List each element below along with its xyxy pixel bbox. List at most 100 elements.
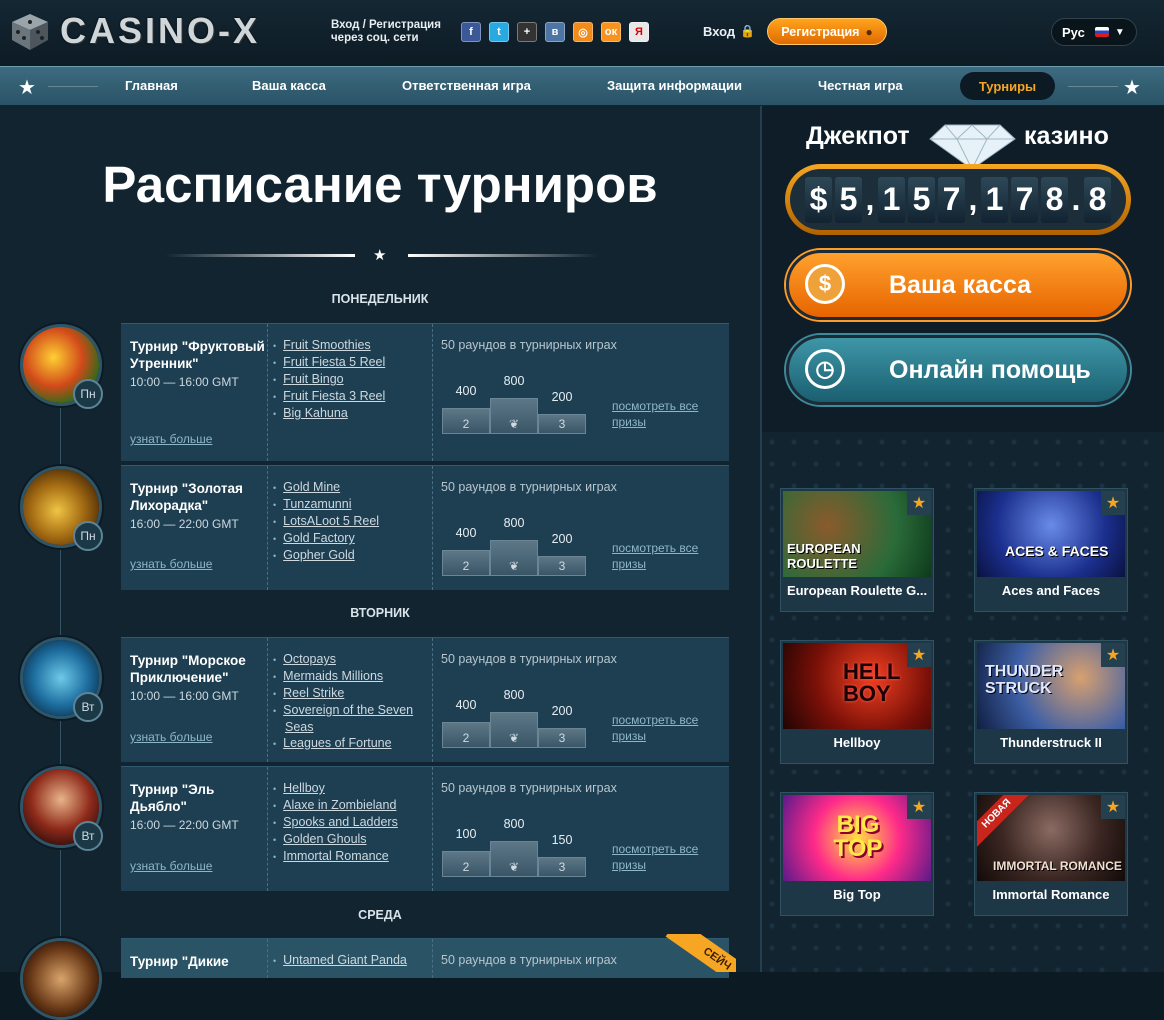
language-select[interactable]: Рус ▼	[1051, 18, 1137, 46]
favorite-star-icon[interactable]: ★	[907, 643, 931, 667]
tournament-time: 16:00 — 22:00 GMT	[130, 517, 239, 531]
game-link[interactable]: Alaxe in Zombieland	[283, 797, 432, 814]
nav-item-home[interactable]: Главная	[125, 78, 178, 93]
main-nav: ★ Главная Ваша касса Ответственная игра …	[0, 66, 1164, 106]
game-link[interactable]: Fruit Fiesta 5 Reel	[283, 354, 432, 371]
game-link[interactable]: Spooks and Ladders	[283, 814, 432, 831]
prize-podium: 400 800 200 2 ❦ 3	[442, 516, 610, 576]
game-link[interactable]: Tunzamunni	[283, 496, 432, 513]
twitter-icon[interactable]: t	[489, 22, 509, 42]
game-link[interactable]: Sovereign of the Seven Seas	[283, 702, 432, 735]
login-link[interactable]: Вход	[703, 24, 735, 39]
tournament-avatar[interactable]	[20, 938, 102, 1020]
day-badge: Вт	[73, 821, 103, 851]
view-all-prizes-link[interactable]: посмотреть все призы	[612, 712, 698, 744]
nav-item-responsible-gaming[interactable]: Ответственная игра	[402, 78, 531, 93]
tournament-games-list: Gold Mine Tunzamunni LotsALoot 5 Reel Go…	[269, 466, 433, 590]
nav-item-tournaments[interactable]: Турниры	[960, 72, 1055, 100]
view-all-prizes-link[interactable]: посмотреть все призы	[612, 841, 698, 873]
cashier-button-label: Ваша касса	[889, 270, 1032, 299]
title-divider-left	[165, 254, 355, 257]
prize-first: 800	[503, 374, 525, 388]
favorite-star-icon[interactable]: ★	[1101, 643, 1125, 667]
game-link[interactable]: Hellboy	[283, 780, 432, 797]
view-all-prizes-link[interactable]: посмотреть все призы	[612, 540, 698, 572]
nav-item-data-protection[interactable]: Защита информации	[607, 78, 742, 93]
yandex-icon[interactable]: Я	[629, 22, 649, 42]
game-link[interactable]: Big Kahuna	[283, 405, 432, 422]
prize-podium: 400 800 200 2 ❦ 3	[442, 374, 610, 434]
game-name: Big Top	[833, 887, 881, 902]
game-link[interactable]: Gopher Gold	[283, 547, 432, 564]
game-tile[interactable]: HELL BOY ★ Hellboy	[780, 640, 934, 764]
game-link[interactable]: Fruit Fiesta 3 Reel	[283, 388, 432, 405]
favorite-star-icon[interactable]: ★	[1101, 795, 1125, 819]
odnoklassniki-icon[interactable]: ок	[601, 22, 621, 42]
game-link[interactable]: LotsALoot 5 Reel	[283, 513, 432, 530]
tournament-games-list: Octopays Mermaids Millions Reel Strike S…	[269, 638, 433, 762]
learn-more-link[interactable]: узнать больше	[130, 557, 212, 571]
game-name: Thunderstruck II	[1000, 735, 1102, 750]
dice-icon	[8, 8, 54, 54]
google-plus-icon[interactable]: +	[517, 22, 537, 42]
title-divider-right	[408, 254, 598, 257]
logo[interactable]: CASINO-X	[8, 6, 288, 56]
tournament-time: 10:00 — 16:00 GMT	[130, 689, 239, 703]
nav-divider	[48, 86, 98, 87]
day-badge: Пн	[73, 379, 103, 409]
game-name: Hellboy	[833, 735, 881, 750]
tournament-card: Турнир "Эль Дьябло" 16:00 — 22:00 GMT узна…	[121, 766, 729, 891]
game-tile[interactable]: BIG TOP ★ Big Top	[780, 792, 934, 916]
facebook-icon[interactable]: f	[461, 22, 481, 42]
learn-more-link[interactable]: узнать больше	[130, 859, 212, 873]
jackpot-separator: ,	[865, 181, 875, 217]
prize-second: 100	[455, 827, 477, 841]
tournament-card: Турнир "Морское Приключение" 10:00 — 16:0…	[121, 637, 729, 762]
game-link[interactable]: Immortal Romance	[283, 848, 432, 865]
online-help-button[interactable]: ◷ Онлайн помощь	[786, 335, 1130, 405]
game-link[interactable]: Octopays	[283, 651, 432, 668]
live-ribbon-label: СЕЙЧ	[665, 934, 736, 972]
jackpot-digit: 5	[908, 176, 935, 223]
learn-more-link[interactable]: узнать больше	[130, 730, 212, 744]
vk-icon[interactable]: в	[545, 22, 565, 42]
game-tile[interactable]: IMMORTAL ROMANCE НОВАЯ ★ Immortal Romanc…	[974, 792, 1128, 916]
game-link[interactable]: Fruit Bingo	[283, 371, 432, 388]
cashier-button[interactable]: $ Ваша касса	[786, 250, 1130, 320]
game-link[interactable]: Golden Ghouls	[283, 831, 432, 848]
favorite-star-icon[interactable]: ★	[1101, 491, 1125, 515]
tournament-name: Турнир "Золотая Лихорадка"	[130, 481, 243, 513]
game-link[interactable]: Untamed Giant Panda	[283, 952, 432, 969]
game-link[interactable]: Mermaids Millions	[283, 668, 432, 685]
tournament-time: 16:00 — 22:00 GMT	[130, 818, 239, 832]
game-tile[interactable]: ACES & FACES ★ Aces and Faces	[974, 488, 1128, 612]
nav-item-fair-play[interactable]: Честная игра	[818, 78, 903, 93]
user-icon: ●	[865, 24, 873, 39]
rounds-text: 50 раундов в турнирных играх	[441, 338, 617, 352]
mailru-icon[interactable]: ◎	[573, 22, 593, 42]
star-icon: ★	[1123, 77, 1141, 99]
register-button[interactable]: Регистрация ●	[767, 18, 887, 45]
game-link[interactable]: Gold Mine	[283, 479, 432, 496]
tournament-card: Турнир "Дикие Untamed Giant Panda 50 рау…	[121, 938, 729, 978]
jackpot-separator: ,	[968, 181, 978, 217]
game-link[interactable]: Fruit Smoothies	[283, 337, 432, 354]
game-link[interactable]: Gold Factory	[283, 530, 432, 547]
game-tile[interactable]: EUROPEAN ROULETTE ★ European Roulette G.…	[780, 488, 934, 612]
nav-divider	[1068, 86, 1118, 87]
star-icon: ★	[18, 77, 36, 99]
favorite-star-icon[interactable]: ★	[907, 795, 931, 819]
learn-more-link[interactable]: узнать больше	[130, 432, 212, 446]
dollar-icon: $	[805, 264, 845, 304]
jackpot-digit: 1	[981, 176, 1008, 223]
game-tile[interactable]: THUNDER STRUCK ★ Thunderstruck II	[974, 640, 1128, 764]
laurel-icon: ❦	[490, 712, 538, 748]
nav-item-cashier[interactable]: Ваша касса	[252, 78, 326, 93]
online-help-label: Онлайн помощь	[889, 355, 1091, 384]
view-all-prizes-link[interactable]: посмотреть все призы	[612, 398, 698, 430]
rounds-text: 50 раундов в турнирных играх	[441, 953, 617, 967]
game-link[interactable]: Leagues of Fortune	[283, 735, 432, 752]
game-link[interactable]: Reel Strike	[283, 685, 432, 702]
favorite-star-icon[interactable]: ★	[907, 491, 931, 515]
logo-text: CASINO-X	[60, 10, 261, 51]
